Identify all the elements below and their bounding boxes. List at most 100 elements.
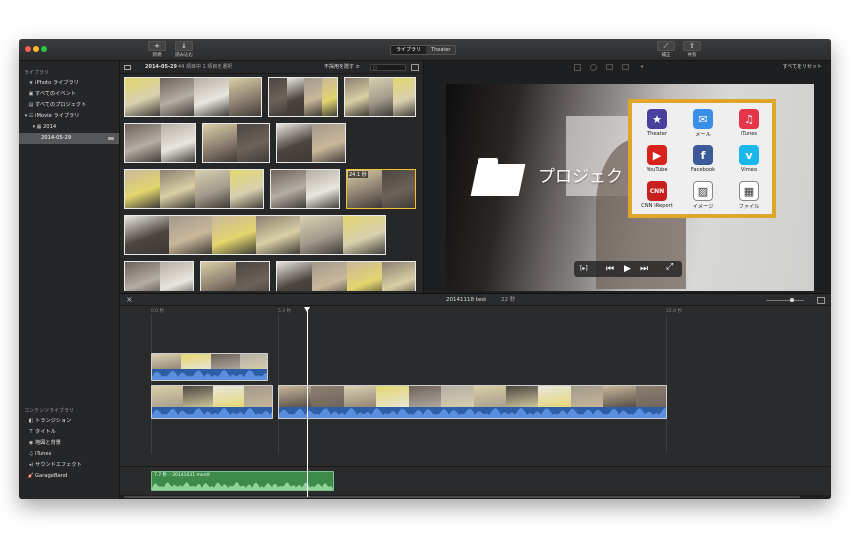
sidebar-item[interactable]: ▾ ▦ 2014 [19, 122, 119, 133]
zoom-window-button[interactable] [41, 46, 47, 52]
ruler-mark: 0.0 秒 [151, 309, 165, 314]
sidebar-item-label: iPhoto ライブラリ [35, 80, 79, 86]
share-option-label: メール [695, 132, 711, 138]
import-button[interactable]: ↓ 読み込む [173, 41, 195, 58]
event-clip-thumbnail[interactable] [344, 77, 416, 117]
share-option-icon: ▶ [647, 145, 667, 165]
divider [120, 466, 831, 467]
fullscreen-icon[interactable]: ⤢ [666, 262, 673, 272]
sidebar-item[interactable]: ★ iPhoto ライブラリ [19, 78, 119, 89]
scrollbar-thumb[interactable] [124, 496, 800, 498]
timeline-settings-icon[interactable] [817, 297, 825, 304]
new-button[interactable]: + 新規 [146, 41, 168, 58]
share-option[interactable]: ▨ イメージ [680, 181, 726, 210]
share-option-icon: v [739, 145, 759, 165]
share-option[interactable]: ★ Theater [634, 109, 680, 137]
share-option[interactable]: ▶ YouTube [634, 145, 680, 173]
browser-toolbar: 2014-05-29 44 項目中 1 項目を選択 不採用を隠す ≎ ○ [120, 61, 423, 74]
minimize-window-button[interactable] [33, 46, 39, 52]
project-duration: 22 秒 [501, 297, 516, 303]
rewind-icon[interactable]: ⏮ [606, 261, 614, 277]
share-option[interactable]: f Facebook [680, 145, 726, 173]
selection-count: 44 項目中 1 項目を選択 [178, 64, 233, 70]
new-label: 新規 [152, 53, 162, 58]
event-clip-thumbnail[interactable] [124, 215, 386, 255]
sidebar-item[interactable]: ▣ すべてのイベント [19, 89, 119, 100]
play-around-icon[interactable]: [▸] [580, 261, 588, 277]
reset-all-button[interactable]: すべてをリセット [783, 61, 822, 74]
content-library-icon: T [29, 429, 33, 435]
content-library-item[interactable]: ◧ トランジション [19, 416, 119, 427]
share-option[interactable]: ♫ iTunes [726, 109, 772, 137]
event-clip-thumbnail[interactable] [124, 77, 262, 117]
content-library-item[interactable]: ◂) サウンドエフェクト [19, 460, 119, 471]
share-option-icon: ▨ [693, 181, 713, 201]
event-clip-thumbnail[interactable] [276, 261, 416, 291]
close-icon[interactable]: × [126, 294, 133, 306]
content-library-item[interactable]: ◉ 地図と背景 [19, 438, 119, 449]
sidebar-item[interactable]: ▾ ☷ iMovie ライブラリ [19, 111, 119, 122]
ruler-line [151, 314, 152, 454]
share-label: 共有 [687, 53, 697, 58]
primary-clip[interactable] [151, 385, 273, 419]
content-library-icon: ◂) [28, 462, 34, 468]
audio-waveform [152, 369, 267, 380]
timeline: × 20141118 test 22 秒 0.0 秒 5.3 秒 22.6 秒 … [120, 293, 831, 499]
event-clip-thumbnail[interactable] [268, 77, 338, 117]
event-clip-thumbnail[interactable] [124, 169, 264, 209]
sidebar-toggle-icon[interactable] [124, 65, 131, 70]
sidebar-item-icon: ▾ ▦ [32, 124, 42, 130]
event-clip-thumbnail[interactable] [124, 261, 194, 291]
share-option-label: YouTube [646, 167, 668, 173]
content-library-label: トランジション [35, 418, 72, 424]
share-popover: ★ Theater ✉ メール ♫ iTunes ▶ YouTube f Facebook v Vim… [628, 99, 776, 218]
search-input[interactable]: ○ [370, 64, 406, 71]
search-icon: ○ [373, 65, 378, 71]
content-library-label: 地図と背景 [35, 440, 61, 446]
event-clip-thumbnail[interactable] [124, 123, 196, 163]
adjust-button[interactable]: ⟋ 補正 [655, 41, 677, 58]
share-option[interactable]: v Vimeo [726, 145, 772, 173]
sidebar-item-label: 2014-05-29 [41, 135, 72, 141]
timeline-scrollbar[interactable] [120, 495, 831, 499]
zoom-slider-knob[interactable] [790, 298, 794, 302]
playhead[interactable] [304, 307, 310, 497]
share-option-icon: CNN [647, 181, 667, 201]
share-option[interactable]: CNN CNN iReport [634, 181, 680, 209]
sidebar-item[interactable]: ▤ すべてのプロジェクト [19, 100, 119, 111]
share-button[interactable]: ⇧ 共有 [681, 41, 703, 58]
event-clip-thumbnail[interactable]: 24.1 秒 [346, 169, 416, 209]
event-clip-thumbnail[interactable] [276, 123, 346, 163]
fast-forward-icon[interactable]: ⏭ [640, 261, 648, 277]
stabilization-icon[interactable] [622, 64, 629, 70]
ruler-mark: 22.6 秒 [666, 309, 682, 314]
close-window-button[interactable] [25, 46, 31, 52]
event-clip-thumbnail[interactable] [202, 123, 270, 163]
play-icon[interactable]: ▶ [624, 261, 631, 277]
filmstrip-view-icon[interactable] [411, 64, 419, 71]
sidebar-item-label: 2014 [43, 124, 57, 130]
color-balance-icon[interactable] [590, 64, 597, 71]
content-library-item[interactable]: ♫ iTunes [19, 449, 119, 460]
content-library-item[interactable]: 🎸GarageBand [19, 471, 119, 482]
video-overlay-icon[interactable] [606, 64, 613, 70]
connected-clip[interactable] [151, 353, 268, 381]
share-option-icon: ▦ [739, 181, 759, 201]
share-option[interactable]: ✉ メール [680, 109, 726, 138]
crop-icon[interactable] [574, 64, 581, 71]
sidebar-item[interactable]: 2014-05-29 [19, 133, 119, 144]
primary-clip[interactable] [278, 385, 667, 419]
tab-library[interactable]: ライブラリ [391, 46, 427, 54]
share-option[interactable]: ▦ ファイル [726, 181, 772, 210]
content-library-icon: 🎸 [27, 473, 35, 479]
filter-dropdown[interactable]: 不採用を隠す ≎ [324, 61, 360, 74]
event-clip-thumbnail[interactable] [200, 261, 270, 291]
volume-icon[interactable]: ◂ [640, 63, 643, 70]
download-arrow-icon: ↓ [175, 41, 193, 51]
sidebar-item-icon: ▾ ☷ [24, 113, 34, 119]
event-clip-thumbnail[interactable] [270, 169, 340, 209]
tab-theater[interactable]: Theater [426, 46, 456, 54]
content-library-item[interactable]: T タイトル [19, 427, 119, 438]
toolbar: + 新規 ↓ 読み込む ライブラリ Theater ⟋ 補正 ⇧ 共有 [19, 39, 831, 61]
zoom-slider[interactable] [766, 298, 804, 302]
